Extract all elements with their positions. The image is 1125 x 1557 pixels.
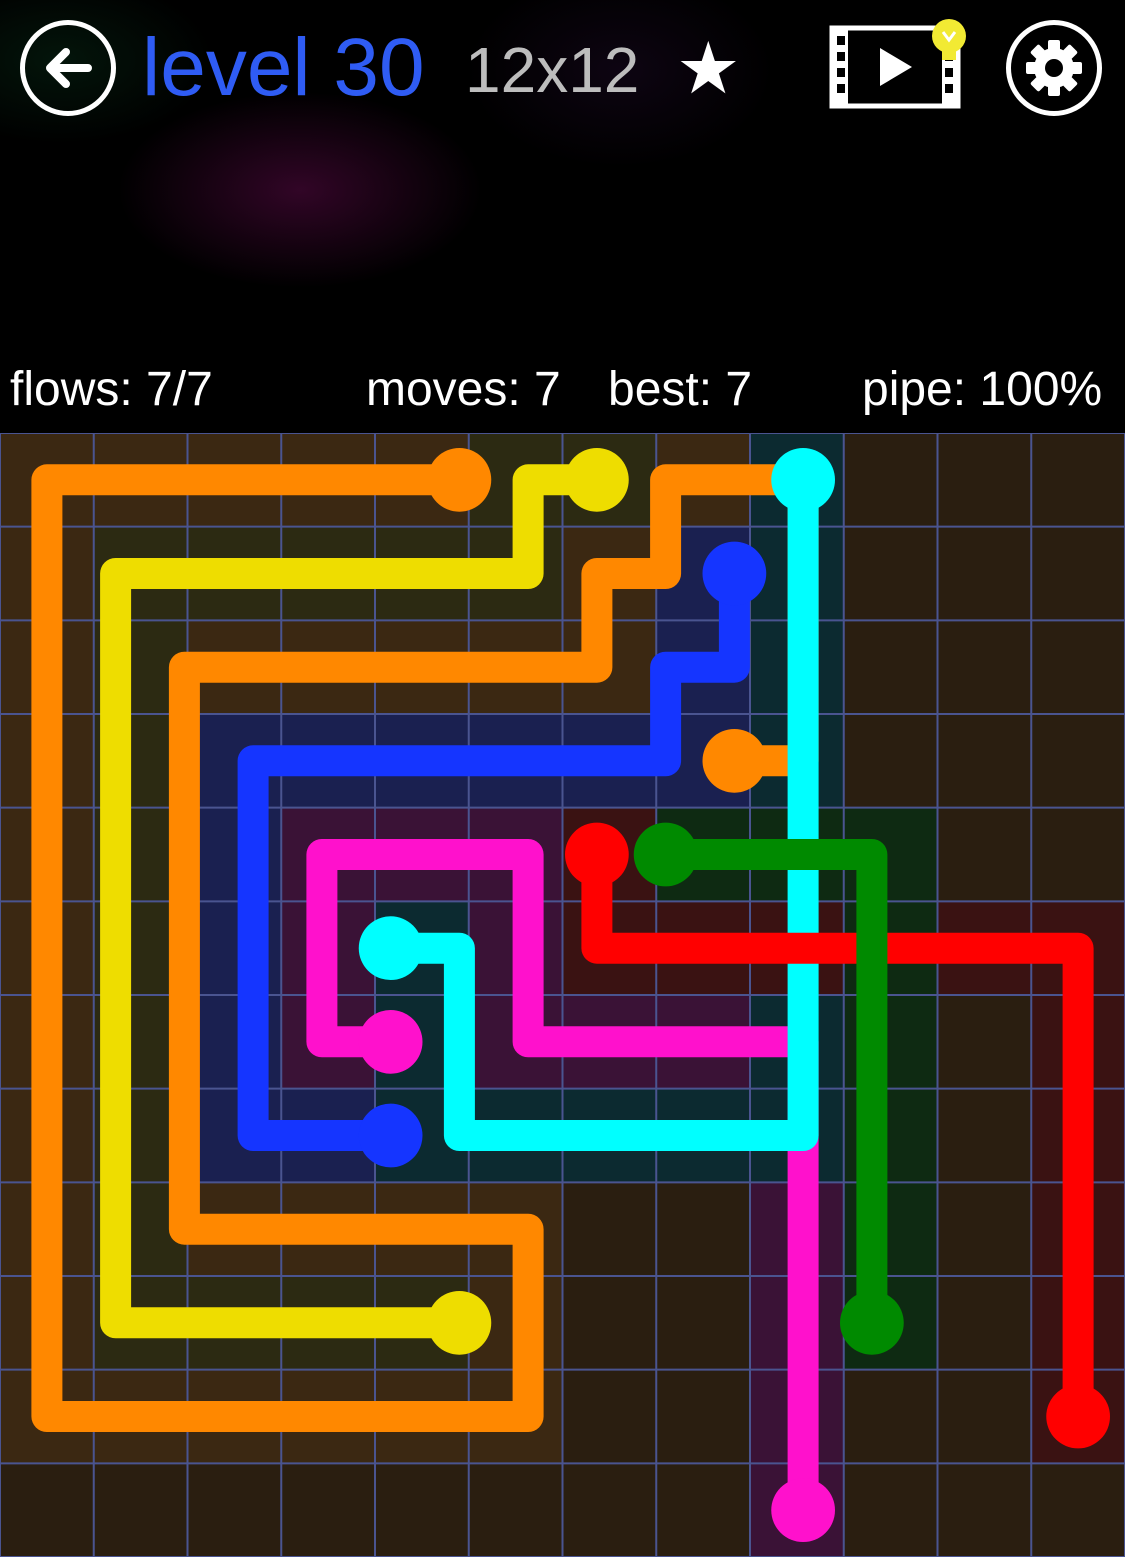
endpoint-dot-green-end[interactable]: [840, 1290, 904, 1355]
video-hint-icon: [829, 19, 966, 109]
star-icon: ★: [676, 29, 741, 109]
puzzle-board[interactable]: [0, 433, 1125, 1557]
back-arrow-icon: [46, 48, 92, 88]
endpoint-dot-cyan-end[interactable]: [771, 447, 835, 512]
endpoint-dot-pink-start[interactable]: [358, 1009, 423, 1074]
endpoint-dot-orange-outer-start[interactable]: [427, 447, 492, 512]
settings-button[interactable]: [1006, 20, 1102, 116]
endpoint-dot-blue-start[interactable]: [702, 541, 767, 606]
video-hint-button[interactable]: [828, 14, 968, 110]
endpoint-dot-pink-end[interactable]: [771, 1478, 835, 1543]
board-size-label: 12x12: [465, 34, 640, 106]
gear-icon: [1026, 40, 1082, 96]
back-button[interactable]: [20, 20, 116, 116]
endpoint-dot-yellow-start[interactable]: [427, 1290, 492, 1355]
endpoint-dot-orange-outer-end[interactable]: [702, 728, 767, 793]
best-counter: best: 7: [608, 363, 753, 416]
moves-counter: moves: 7: [366, 363, 561, 416]
endpoint-dot-cyan-start[interactable]: [358, 916, 423, 981]
endpoint-dot-green-start[interactable]: [633, 822, 698, 887]
level-title: level 30: [142, 22, 425, 113]
endpoint-dot-yellow-end[interactable]: [565, 447, 629, 512]
endpoint-dot-red-end[interactable]: [1046, 1384, 1110, 1449]
endpoint-dot-blue-end[interactable]: [358, 1103, 423, 1168]
endpoint-dot-red-start[interactable]: [565, 822, 629, 887]
flows-counter: flows: 7/7: [10, 363, 213, 416]
pipe-percentage: pipe: 100%: [862, 363, 1103, 416]
